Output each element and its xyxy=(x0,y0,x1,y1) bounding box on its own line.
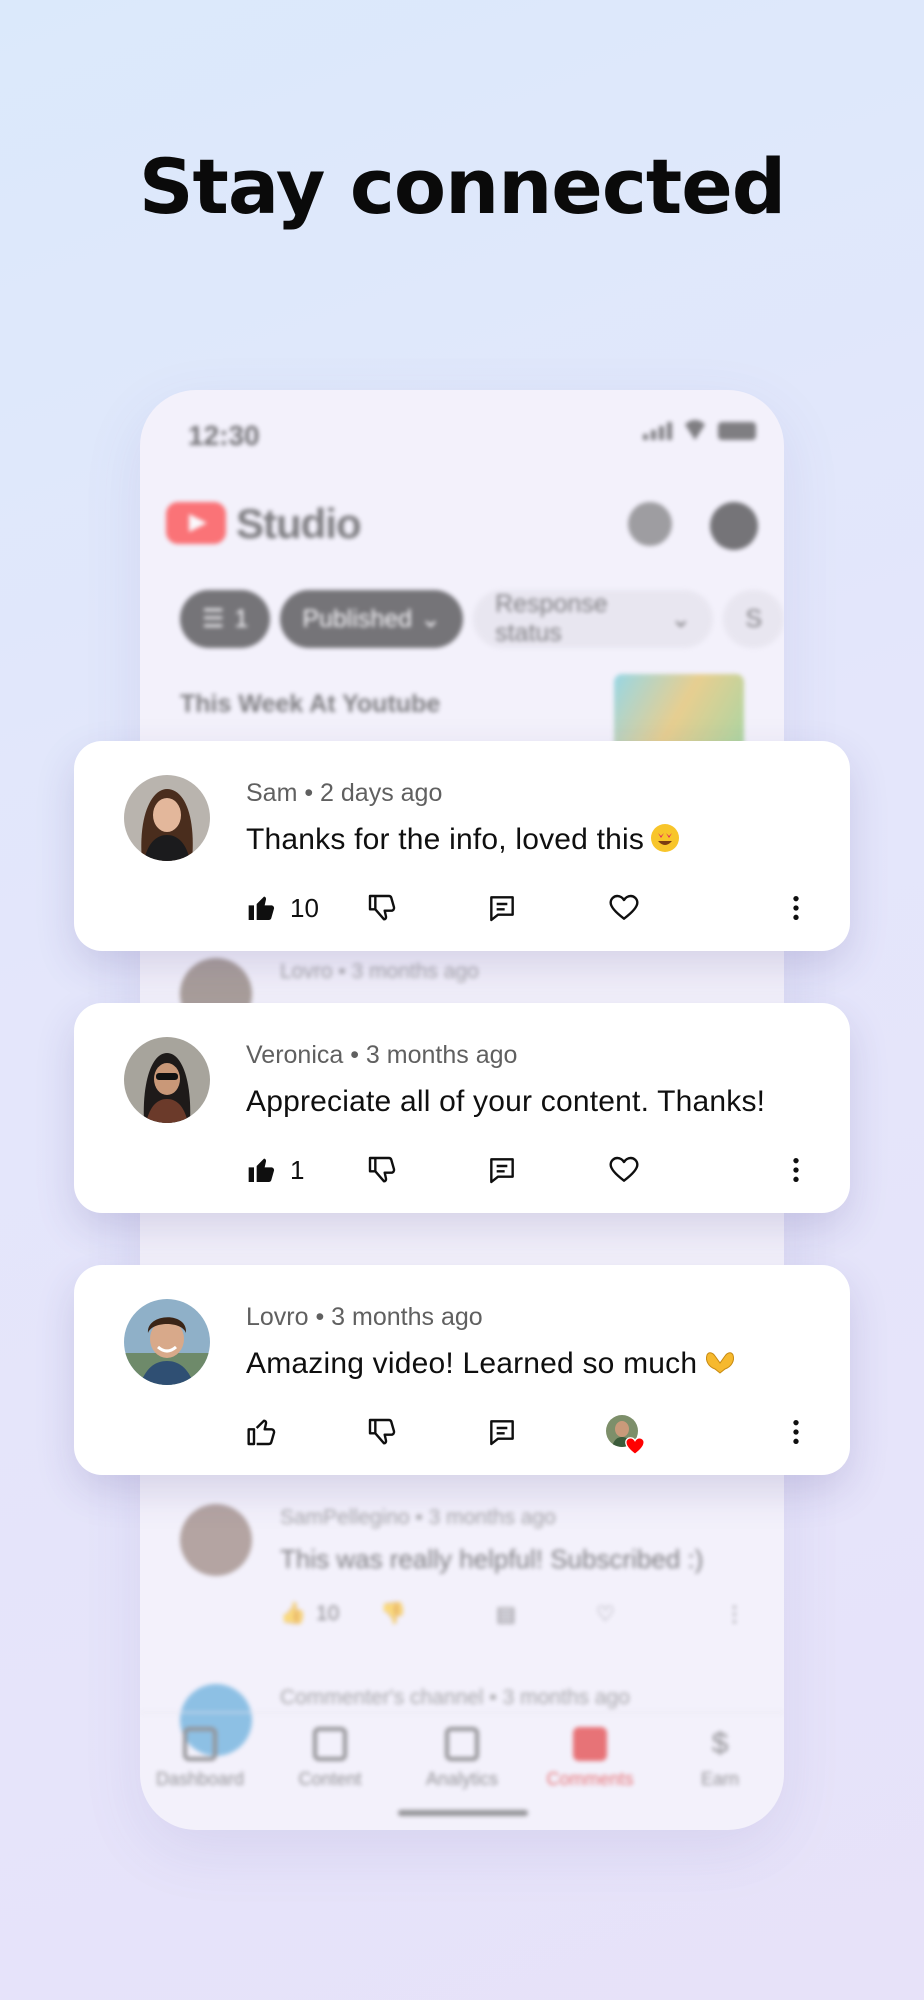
comment-actions xyxy=(246,1415,806,1456)
reply-icon[interactable]: ▤ xyxy=(496,1602,516,1627)
reply-button[interactable] xyxy=(486,1153,518,1187)
thumbs-up-filled-icon xyxy=(248,896,275,920)
app-name: Studio xyxy=(236,500,362,547)
comment-card: Veronica • 3 months ago Appreciate all o… xyxy=(74,1003,850,1213)
home-indicator xyxy=(398,1810,528,1816)
reply-icon xyxy=(490,896,514,922)
thumbs-up-icon xyxy=(247,1419,276,1446)
reply-icon xyxy=(490,1420,514,1446)
published-chip[interactable]: Published ⌄ xyxy=(280,590,464,648)
more-vert-icon xyxy=(793,896,799,920)
comment-actions: 10 xyxy=(246,891,806,925)
comment-text: Thanks for the info, loved this xyxy=(246,823,645,856)
like-button[interactable]: 1 xyxy=(246,1153,304,1187)
more-options-button[interactable] xyxy=(780,1153,812,1187)
thumbs-down-icon xyxy=(368,1156,396,1183)
reply-button[interactable] xyxy=(486,1415,518,1449)
help-button[interactable] xyxy=(628,502,672,546)
reply-icon xyxy=(490,1158,514,1184)
dislike-button[interactable] xyxy=(366,891,398,925)
bottom-nav: Dashboard Content Analytics Comments $ E… xyxy=(140,1712,784,1802)
nav-comments[interactable]: Comments xyxy=(530,1727,650,1790)
account-avatar[interactable] xyxy=(710,502,758,550)
heart-button[interactable] xyxy=(608,1153,640,1187)
video-thumbnail[interactable] xyxy=(614,674,744,750)
more-vert-icon[interactable]: ⋮ xyxy=(724,1602,745,1627)
wifi-icon xyxy=(682,420,708,440)
filter-chips: ☰ 1 Published ⌄ Response status ⌄ S xyxy=(180,590,784,648)
nav-dashboard[interactable]: Dashboard xyxy=(140,1727,260,1790)
avatar xyxy=(180,1504,252,1576)
headline: Stay connected xyxy=(138,142,786,231)
heart-button[interactable] xyxy=(608,891,640,925)
video-title: This Week At Youtube xyxy=(180,690,441,718)
comment-actions: 1 xyxy=(246,1153,806,1187)
analytics-icon xyxy=(445,1727,479,1761)
more-options-button[interactable] xyxy=(780,891,812,925)
avatar xyxy=(124,1037,210,1123)
chevron-down-icon: ⌄ xyxy=(670,605,692,633)
avatar xyxy=(124,775,210,861)
comment-actions: 👍 10 👎 ▤ ♡ ⋮ xyxy=(280,1602,745,1627)
thumbs-down-icon xyxy=(368,1418,396,1445)
avatar xyxy=(124,1299,210,1385)
chevron-down-icon: ⌄ xyxy=(420,605,442,633)
signal-icon xyxy=(643,422,672,440)
comment-card: Lovro • 3 months ago Amazing video! Lear… xyxy=(74,1265,850,1475)
more-filter-chip[interactable]: S xyxy=(723,590,784,648)
like-button[interactable]: 10 xyxy=(246,891,319,925)
creator-heart-button[interactable] xyxy=(606,1415,645,1456)
dislike-button[interactable] xyxy=(366,1415,398,1449)
response-status-chip[interactable]: Response status ⌄ xyxy=(473,590,714,648)
battery-icon xyxy=(718,422,756,440)
app-header: Studio xyxy=(166,498,758,554)
more-vert-icon xyxy=(793,1420,799,1444)
status-bar: 12:30 xyxy=(188,414,756,454)
thumbs-up-filled-icon xyxy=(248,1158,275,1182)
dislike-icon[interactable]: 👎 xyxy=(380,1602,406,1626)
status-time: 12:30 xyxy=(188,420,260,451)
more-options-button[interactable] xyxy=(780,1415,812,1449)
heart-outline-icon xyxy=(609,1156,639,1182)
heart-filled-icon xyxy=(625,1437,645,1456)
heart-hands-emoji-icon xyxy=(703,1347,737,1385)
filter-icon: ☰ xyxy=(202,605,225,633)
nav-earn[interactable]: $ Earn xyxy=(660,1727,780,1790)
comment-text: Amazing video! Learned so much xyxy=(246,1347,698,1380)
heart-icon[interactable]: ♡ xyxy=(596,1602,615,1627)
dislike-button[interactable] xyxy=(366,1153,398,1187)
comments-icon xyxy=(573,1727,607,1761)
reply-button[interactable] xyxy=(486,891,518,925)
content-icon xyxy=(313,1727,347,1761)
like-button[interactable] xyxy=(246,1415,290,1449)
comment-text: Appreciate all of your content. Thanks! xyxy=(246,1085,766,1118)
filter-count-chip[interactable]: ☰ 1 xyxy=(180,590,271,648)
heart-eyes-emoji-icon xyxy=(650,823,680,861)
dollar-icon: $ xyxy=(711,1727,729,1760)
nav-analytics[interactable]: Analytics xyxy=(402,1727,522,1790)
youtube-logo-icon xyxy=(166,502,226,544)
like-icon[interactable]: 👍 xyxy=(280,1602,306,1626)
nav-content[interactable]: Content xyxy=(270,1727,390,1790)
heart-outline-icon xyxy=(609,894,639,920)
dashboard-icon xyxy=(183,1727,217,1761)
thumbs-down-icon xyxy=(368,894,396,921)
comment-card: Sam • 2 days ago Thanks for the info, lo… xyxy=(74,741,850,951)
more-vert-icon xyxy=(793,1158,799,1182)
